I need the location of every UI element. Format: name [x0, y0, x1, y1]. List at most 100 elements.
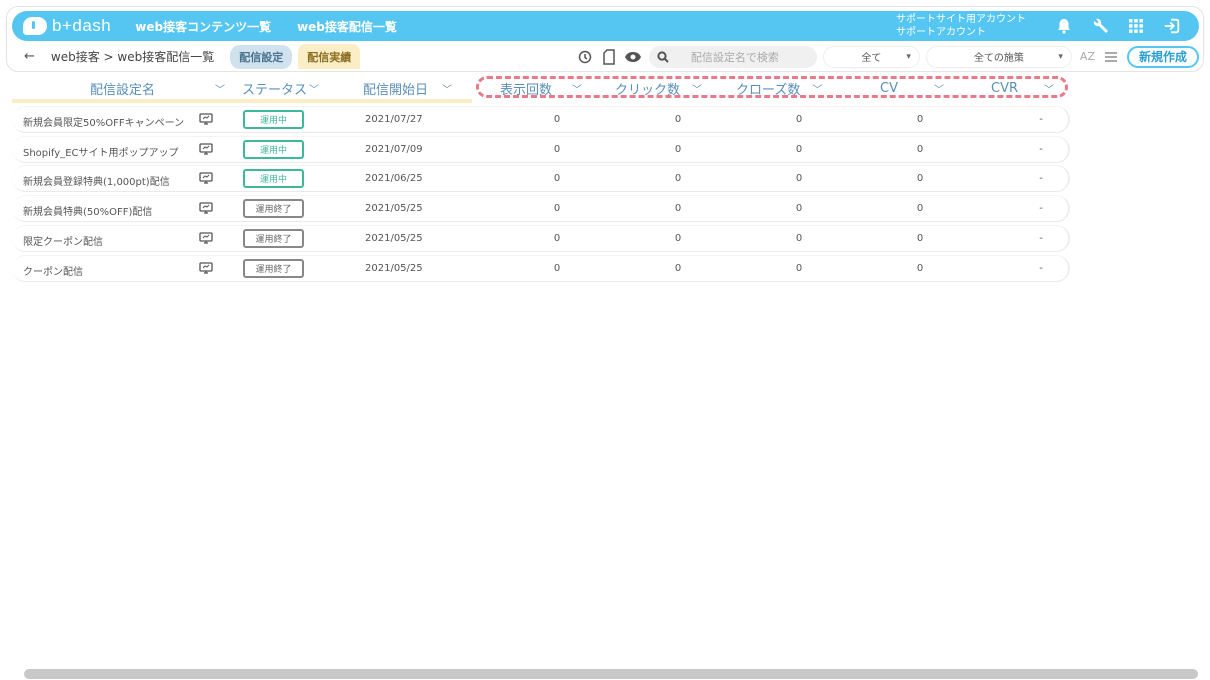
- row-cvr: -: [1039, 262, 1043, 274]
- row-clicks: 0: [674, 114, 682, 125]
- header-name[interactable]: 配信設定名: [90, 79, 155, 98]
- back-arrow-icon[interactable]: ←: [24, 49, 35, 64]
- row-clicks: 0: [674, 232, 682, 244]
- sort-az-icon[interactable]: AZ: [1080, 50, 1095, 63]
- list-icon[interactable]: [1104, 47, 1119, 66]
- sub-bar: ← web接客 > web接客配信一覧 配信設定 配信実績 配信設定名で検索 全…: [12, 44, 1199, 69]
- table-row[interactable]: クーポン配信 運用終了 2021/05/25 0 0 0 0 -: [12, 254, 1070, 282]
- breadcrumb: web接客 > web接客配信一覧: [50, 50, 215, 64]
- eye-icon[interactable]: [624, 49, 641, 65]
- grid-icon[interactable]: [1127, 17, 1145, 35]
- desktop-icon: [199, 202, 213, 214]
- table-row[interactable]: 新規会員登録特典(1,000pt)配信 運用中 2021/06/25 0 0 0 0 -: [12, 165, 1070, 193]
- highlight-box: [476, 76, 1068, 98]
- logo[interactable]: b+dash: [23, 16, 111, 36]
- toolbar: 配信設定名で検索 全て ▾ 全ての施策 ▾ AZ 新規作成: [573, 45, 1199, 68]
- top-nav: web接客コンテンツ一覧 web接客配信一覧: [135, 18, 397, 35]
- row-cv: 0: [916, 173, 924, 185]
- logo-text: b+dash: [52, 16, 112, 35]
- table-row[interactable]: Shopify_ECサイト用ポップアップ 運用中 2021/07/09 0 0 0 0 -: [12, 135, 1070, 163]
- row-impressions: 0: [553, 114, 561, 125]
- row-cvr: -: [1039, 114, 1043, 125]
- desktop-icon: [199, 143, 213, 155]
- chevron-down-icon: ﹀: [309, 84, 320, 96]
- row-start-date: 2021/07/09: [365, 143, 423, 155]
- sort-name-chevron-icon[interactable]: ﹀: [207, 81, 225, 96]
- row-start-date: 2021/06/25: [365, 173, 423, 185]
- row-clicks: 0: [674, 262, 682, 274]
- row-impressions: 0: [553, 232, 561, 244]
- status-badge: 運用終了: [243, 228, 304, 248]
- search-icon: [657, 50, 669, 63]
- row-name[interactable]: 新規会員登録特典(1,000pt)配信: [23, 173, 170, 188]
- row-name[interactable]: クーポン配信: [23, 263, 83, 278]
- row-closes: 0: [795, 143, 803, 155]
- filter-all-value: 全て: [861, 53, 882, 64]
- row-cv: 0: [916, 143, 924, 155]
- row-closes: 0: [795, 203, 803, 215]
- row-name[interactable]: Shopify_ECサイト用ポップアップ: [23, 144, 179, 159]
- history-icon[interactable]: [577, 49, 593, 65]
- filter-measures-value: 全ての施策: [973, 53, 1024, 64]
- row-impressions: 0: [553, 203, 561, 215]
- search-placeholder: 配信設定名で検索: [690, 50, 779, 64]
- chevron-down-icon: ﹀: [442, 84, 453, 96]
- row-cv: 0: [916, 232, 924, 244]
- row-cvr: -: [1039, 143, 1043, 155]
- account-line1: サポートサイト用アカウント: [896, 14, 1026, 25]
- horizontal-scrollbar[interactable]: [24, 669, 1198, 679]
- logout-icon[interactable]: [1163, 17, 1181, 35]
- row-cv: 0: [916, 262, 924, 274]
- status-badge: 運用終了: [243, 199, 304, 219]
- header-status-label: ステータス: [242, 82, 308, 98]
- row-clicks: 0: [674, 173, 682, 185]
- row-cvr: -: [1039, 173, 1043, 185]
- table-row[interactable]: 新規会員特典(50%OFF)配信 運用終了 2021/05/25 0 0 0 0 -: [12, 195, 1070, 223]
- table-row[interactable]: 限定クーポン配信 運用終了 2021/05/25 0 0 0 0 -: [12, 224, 1070, 252]
- bell-icon[interactable]: [1055, 17, 1073, 35]
- row-closes: 0: [795, 114, 803, 125]
- chevron-down-icon: ▾: [1058, 51, 1063, 62]
- desktop-icon: [199, 232, 213, 244]
- desktop-icon: [199, 113, 213, 125]
- row-cv: 0: [916, 114, 924, 125]
- row-closes: 0: [795, 262, 803, 274]
- tab-underline: [12, 99, 472, 103]
- search-input[interactable]: 配信設定名で検索: [648, 45, 817, 68]
- row-name[interactable]: 新規会員特典(50%OFF)配信: [23, 203, 152, 218]
- desktop-icon: [199, 261, 213, 274]
- header-name-label: 配信設定名: [90, 82, 156, 98]
- account-info[interactable]: サポートサイト用アカウント サポートアカウント: [896, 13, 1026, 39]
- status-badge: 運用中: [243, 169, 304, 189]
- wrench-icon[interactable]: [1091, 17, 1109, 35]
- top-bar: b+dash web接客コンテンツ一覧 web接客配信一覧 サポートサイト用アカ…: [12, 11, 1199, 41]
- filter-measures-select[interactable]: 全ての施策 ▾: [925, 45, 1072, 68]
- chevron-down-icon: ▾: [906, 51, 911, 62]
- row-cv: 0: [916, 203, 924, 215]
- header-start-label: 配信開始日: [363, 82, 429, 98]
- tab-delivery-settings[interactable]: 配信設定: [230, 44, 293, 69]
- row-name[interactable]: 新規会員限定50%OFFキャンペーン: [23, 114, 184, 129]
- row-start-date: 2021/05/25: [365, 262, 423, 274]
- row-closes: 0: [795, 232, 803, 244]
- header-status[interactable]: ステータス ﹀: [242, 79, 319, 98]
- filter-all-select[interactable]: 全て ▾: [822, 45, 920, 68]
- row-name[interactable]: 限定クーポン配信: [23, 233, 103, 248]
- desktop-icon: [199, 172, 213, 185]
- tab-delivery-results[interactable]: 配信実績: [298, 44, 361, 69]
- status-badge: 運用中: [243, 110, 304, 129]
- row-clicks: 0: [674, 203, 682, 215]
- table-row[interactable]: 新規会員限定50%OFFキャンペーン 運用中 2021/07/27 0 0 0 0 -: [12, 106, 1070, 133]
- row-start-date: 2021/07/27: [365, 114, 423, 125]
- row-closes: 0: [795, 173, 803, 185]
- row-impressions: 0: [553, 173, 561, 185]
- new-create-button[interactable]: 新規作成: [1126, 45, 1199, 68]
- nav-content-list[interactable]: web接客コンテンツ一覧: [135, 18, 271, 35]
- header-start-date[interactable]: 配信開始日 ﹀: [363, 79, 452, 98]
- logo-icon: [23, 17, 47, 35]
- nav-delivery-list[interactable]: web接客配信一覧: [297, 18, 397, 35]
- document-icon[interactable]: [601, 48, 617, 65]
- row-start-date: 2021/05/25: [365, 203, 423, 215]
- row-impressions: 0: [553, 143, 561, 155]
- row-cvr: -: [1039, 232, 1043, 244]
